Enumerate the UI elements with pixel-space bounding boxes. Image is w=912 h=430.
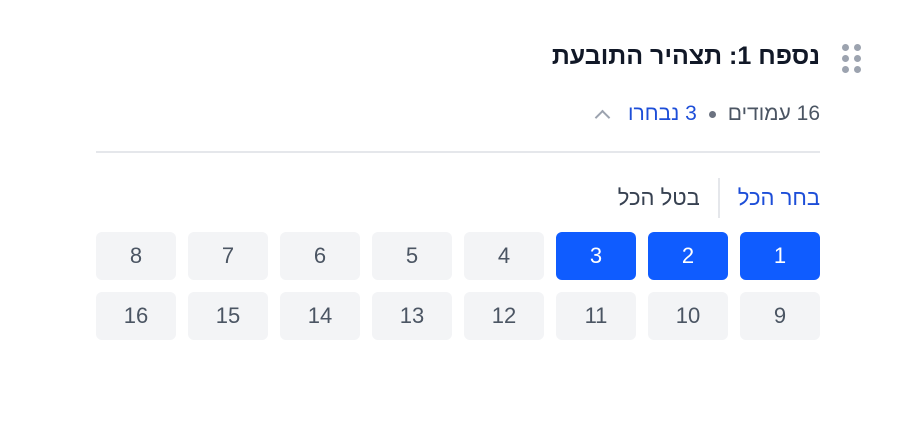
appendix-title: נספח 1: תצהיר התובעת [551,42,820,70]
page-tile-1[interactable]: 1 [740,232,820,280]
appendix-meta: 16 עמודים 3 נבחרו [594,102,820,126]
page-tile-15[interactable]: 15 [188,292,268,340]
select-all-button[interactable]: בחר הכל [738,185,820,211]
separator-dot [708,110,716,118]
chevron-up-icon[interactable] [594,109,611,125]
page-tile-10[interactable]: 10 [648,292,728,340]
selection-actions: בחר הכל בטל הכל [618,178,820,218]
page-tile-14[interactable]: 14 [280,292,360,340]
divider [96,151,820,153]
page-tile-13[interactable]: 13 [372,292,452,340]
page-tile-12[interactable]: 12 [464,292,544,340]
page-tile-11[interactable]: 11 [556,292,636,340]
drag-handle-icon[interactable] [842,44,862,78]
page-tile-8[interactable]: 8 [96,232,176,280]
page-tile-9[interactable]: 9 [740,292,820,340]
page-tile-3[interactable]: 3 [556,232,636,280]
action-separator [717,178,720,218]
page-tile-6[interactable]: 6 [280,232,360,280]
deselect-all-button[interactable]: בטל הכל [618,185,700,211]
page-count: 16 עמודים [727,102,820,125]
page-tile-2[interactable]: 2 [648,232,728,280]
page-tile-4[interactable]: 4 [464,232,544,280]
page-tile-16[interactable]: 16 [96,292,176,340]
selected-count[interactable]: 3 נבחרו [628,102,697,126]
page-tile-7[interactable]: 7 [188,232,268,280]
page-tile-5[interactable]: 5 [372,232,452,280]
page-grid: 1 2 3 4 5 6 7 8 9 10 11 12 13 14 15 16 [96,232,820,340]
